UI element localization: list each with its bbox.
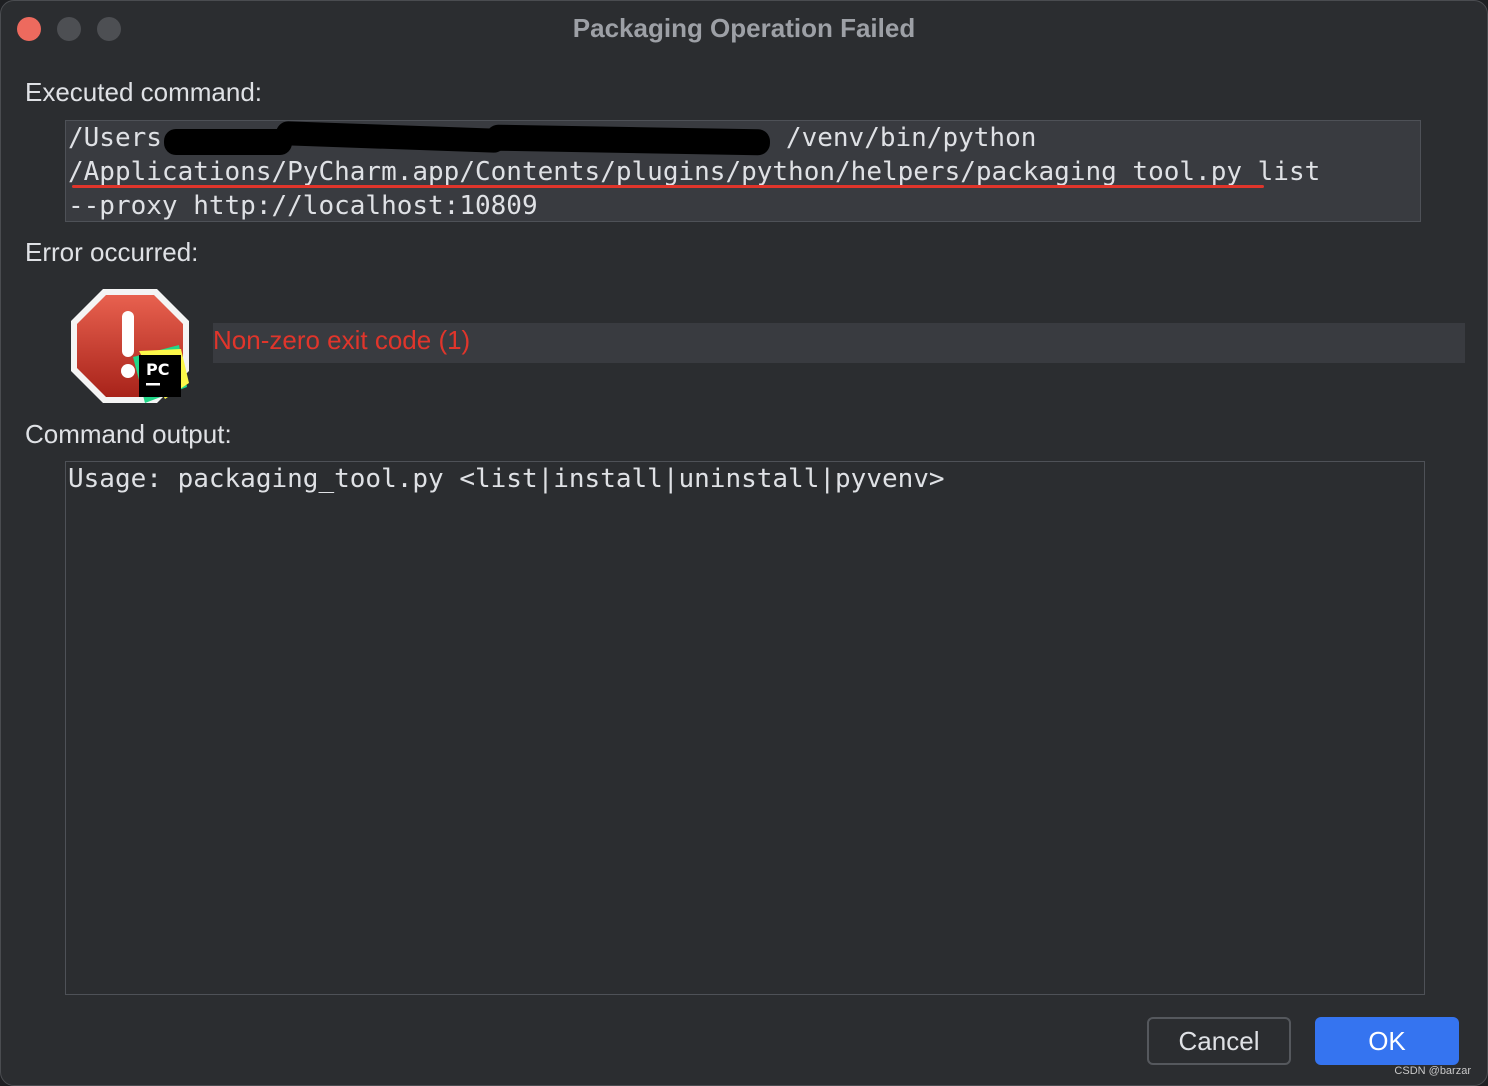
error-message: Non-zero exit code (1) (213, 325, 471, 355)
pycharm-badge-text: PC (146, 360, 169, 379)
executed-command-box[interactable]: /Users/venv/bin/python /Applications/PyC… (65, 120, 1421, 222)
executed-command-label: Executed command: (25, 77, 263, 107)
command-line-1-prefix: /Users (68, 123, 162, 153)
error-message-bar: Non-zero exit code (1) (213, 323, 1465, 363)
command-output-text: Usage: packaging_tool.py <list|install|u… (68, 464, 945, 494)
command-line-2: /Applications/PyCharm.app/Contents/plugi… (68, 157, 1321, 187)
error-occurred-label: Error occurred: (25, 237, 199, 267)
command-line-3: --proxy http://localhost:10809 (68, 191, 538, 221)
pycharm-badge-icon: PC (133, 345, 189, 403)
cancel-button[interactable]: Cancel (1147, 1017, 1291, 1065)
ok-button[interactable]: OK (1315, 1017, 1459, 1065)
watermark: CSDN @barzar (1394, 1065, 1471, 1077)
red-underline-annotation (72, 185, 1264, 188)
error-stop-icon: PC (69, 287, 193, 407)
dialog-window: Packaging Operation Failed Executed comm… (0, 0, 1488, 1086)
command-line-1-suffix: /venv/bin/python (785, 123, 1037, 153)
dialog-title: Packaging Operation Failed (572, 13, 916, 43)
command-output-box[interactable]: Usage: packaging_tool.py <list|install|u… (65, 461, 1425, 995)
redaction-mark-3 (485, 124, 771, 156)
titlebar: Packaging Operation Failed (1, 1, 1487, 57)
command-output-label: Command output: (25, 419, 232, 449)
redaction-mark-1 (164, 129, 292, 155)
